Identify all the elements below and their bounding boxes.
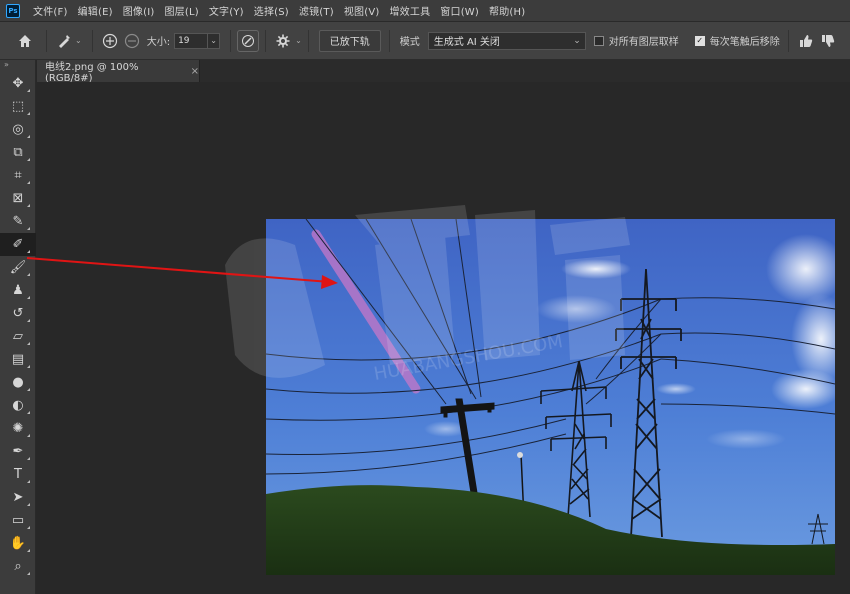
annotation-arrow (26, 257, 338, 289)
